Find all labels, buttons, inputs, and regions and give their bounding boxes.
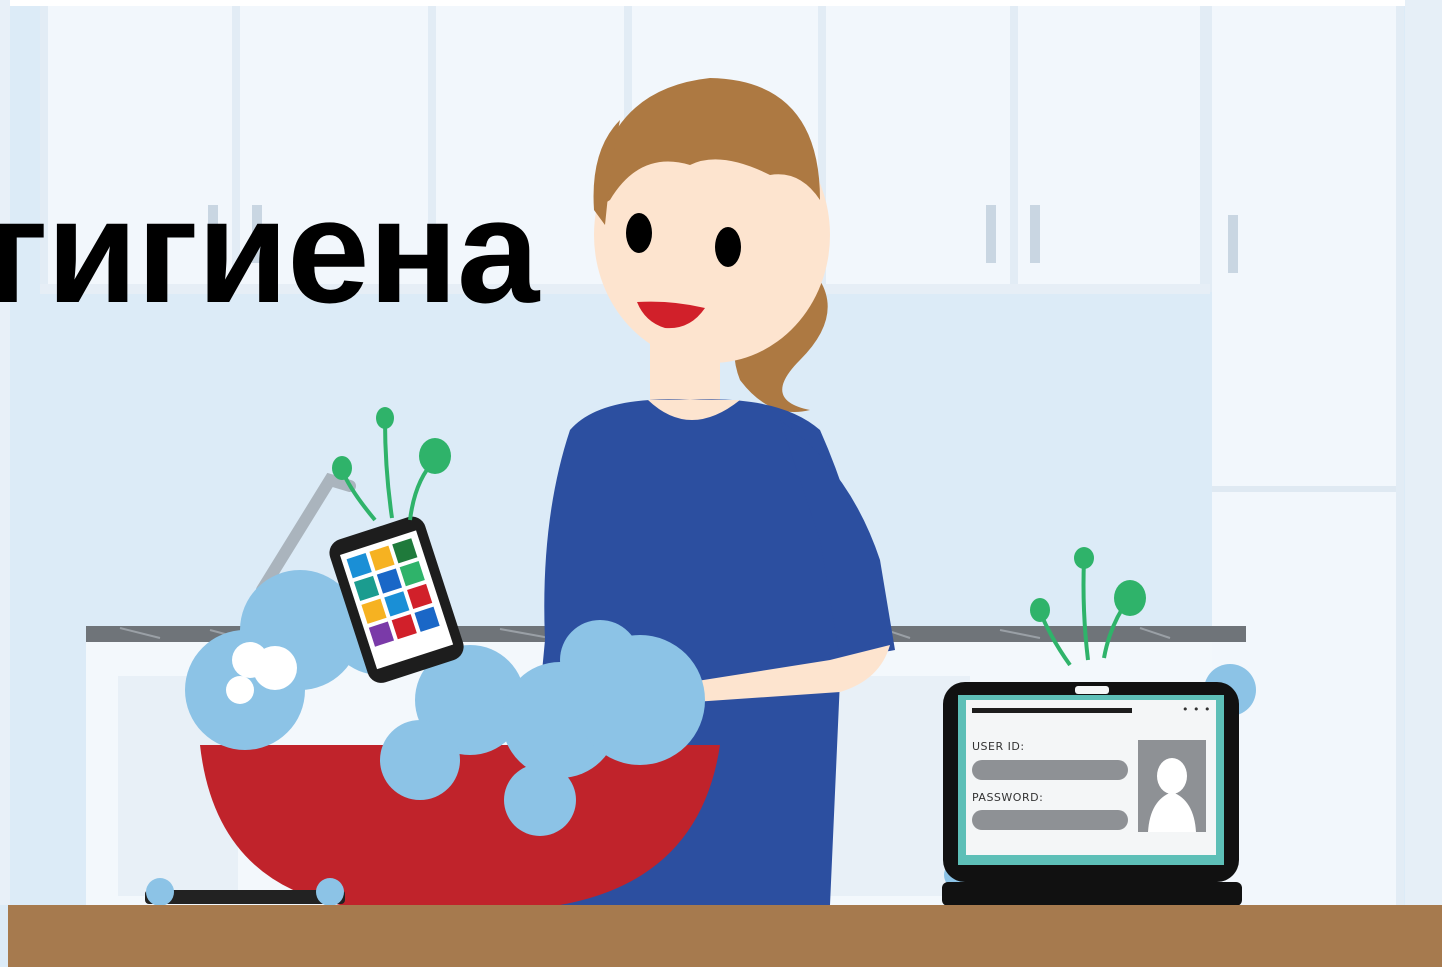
left-strip — [0, 0, 10, 905]
user-id-label: USER ID: — [972, 740, 1025, 753]
tall-cabinet — [1212, 6, 1404, 905]
laptop-icon: USER ID: PASSWORD: • • • — [942, 682, 1242, 906]
kitchen-illustration: USER ID: PASSWORD: • • • — [0, 0, 1442, 967]
password-label: PASSWORD: — [972, 791, 1043, 804]
right-strip — [1405, 0, 1442, 905]
bowl-base — [145, 890, 345, 904]
illustration-scene: USER ID: PASSWORD: • • • гигиена — [0, 0, 1442, 967]
menu-dots: • • • — [1182, 703, 1211, 716]
top-border — [0, 0, 1442, 6]
countertop — [8, 905, 1442, 967]
headline: гигиена — [0, 169, 539, 334]
